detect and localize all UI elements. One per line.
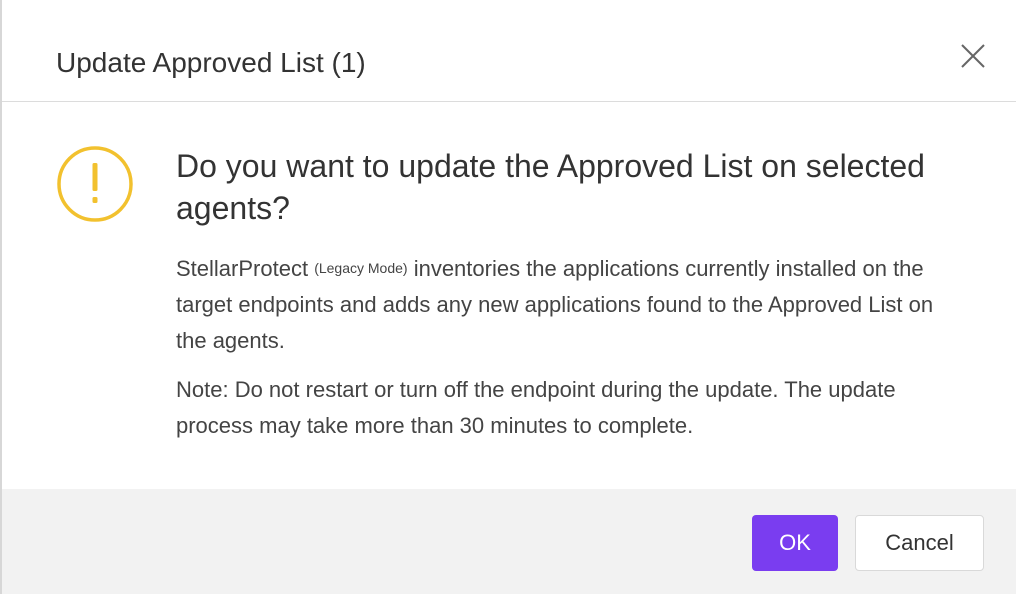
- ok-button[interactable]: OK: [752, 515, 838, 571]
- description-text: StellarProtect (Legacy Mode) inventories…: [176, 250, 966, 359]
- dialog-footer: OK Cancel: [2, 489, 1016, 594]
- warning-icon: [57, 146, 133, 222]
- cancel-button[interactable]: Cancel: [855, 515, 984, 571]
- dialog-body: Do you want to update the Approved List …: [2, 102, 1016, 489]
- dialog-title: Update Approved List (1): [56, 47, 366, 78]
- close-icon: [961, 44, 985, 68]
- product-mode: (Legacy Mode): [314, 260, 408, 276]
- note-text: Note: Do not restart or turn off the end…: [176, 377, 896, 438]
- dialog-header: Update Approved List (1): [2, 0, 1016, 102]
- close-button[interactable]: [957, 40, 989, 72]
- product-name: StellarProtect: [176, 256, 309, 281]
- confirmation-question: Do you want to update the Approved List …: [176, 148, 925, 226]
- update-approved-list-dialog: Update Approved List (1) Do you want to …: [0, 0, 1016, 594]
